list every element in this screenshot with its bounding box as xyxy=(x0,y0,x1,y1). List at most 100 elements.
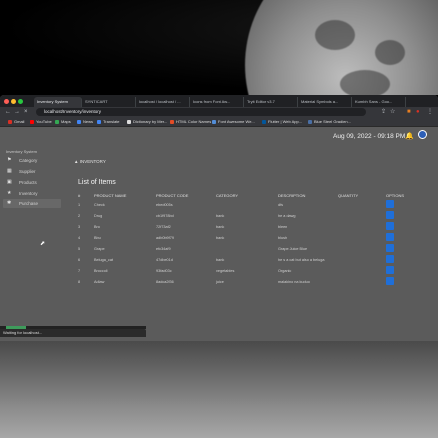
bookmark-item[interactable]: Flutter | Web App... xyxy=(262,117,302,126)
bookmark-favicon-icon xyxy=(97,120,101,124)
row-options-button[interactable] xyxy=(386,244,394,252)
cell-code: 93fad03c xyxy=(156,268,172,273)
tab-tryit-editor[interactable]: Tryit Editor v3.7 xyxy=(244,97,298,107)
items-table: # PRODUCT NAME PRODUCT CODE CATEGORY DES… xyxy=(78,191,413,287)
address-bar-url: localhost/Inventory/inventory xyxy=(44,109,102,114)
column-header-number: # xyxy=(78,192,81,198)
forward-icon[interactable]: → xyxy=(14,108,20,116)
tab-material-symbols[interactable]: Material Symbols a... xyxy=(298,97,352,107)
column-header-description: DESCRIPTION xyxy=(278,192,306,198)
cell-options xyxy=(386,232,413,243)
bookmark-label: Blue Steel Gradien... xyxy=(314,119,351,124)
bookmark-item[interactable]: Blue Steel Gradien... xyxy=(308,117,351,126)
column-header-product-code: PRODUCT CODE xyxy=(156,192,189,198)
category-icon: ⚑ xyxy=(7,157,12,163)
cell-num: 3 xyxy=(78,224,81,229)
tab-inventory-system[interactable]: Inventory System xyxy=(34,97,82,107)
bookmark-item[interactable]: Font Awesome We... xyxy=(212,117,255,126)
close-window-button[interactable] xyxy=(4,99,9,104)
cell-code: 8adca2f36 xyxy=(156,279,174,284)
row-options-button[interactable] xyxy=(386,222,394,230)
sidebar-item-label: Products xyxy=(19,180,37,185)
row-options-button[interactable] xyxy=(386,255,394,263)
cell-description: he a dawg xyxy=(278,213,296,218)
extension-icon[interactable]: ■ xyxy=(407,108,411,116)
cell-code: 47dbe01d xyxy=(156,257,173,262)
cell-name: Check xyxy=(94,202,105,207)
cell-num: 4 xyxy=(78,235,81,240)
table-row: 1 Check ebed005s dfs xyxy=(78,199,413,210)
tab-synticart[interactable]: SYNTICART xyxy=(82,97,136,107)
bookmark-item[interactable]: Translate xyxy=(97,117,120,126)
row-options-button[interactable] xyxy=(386,266,394,274)
cell-options xyxy=(386,199,413,210)
bookmark-item[interactable]: HTML Color Names xyxy=(170,117,211,126)
bookmark-favicon-icon xyxy=(127,120,131,124)
bookmark-favicon-icon xyxy=(212,120,216,124)
minimize-window-button[interactable] xyxy=(11,99,16,104)
sidebar-item-category[interactable]: ⚑ Category xyxy=(3,156,61,165)
address-bar[interactable]: localhost/Inventory/inventory xyxy=(36,108,366,116)
sidebar-title: Inventory System xyxy=(6,149,37,154)
table-row: 5 Grape efc34af9 Grape Juice Blue xyxy=(78,243,413,254)
cell-num: 2 xyxy=(78,213,81,218)
table-row: 3 Bro 72f73af2 bank bleen xyxy=(78,221,413,232)
bookmark-item[interactable]: Gmail xyxy=(8,117,24,126)
cell-description: Grape Juice Blue xyxy=(278,246,308,251)
cell-category: bank xyxy=(216,235,225,240)
sidebar-item-purchase[interactable]: ✱ Purchase xyxy=(3,199,61,208)
maximize-window-button[interactable] xyxy=(18,99,23,104)
web-page: Aug 09, 2022 - 09:18 PM 🔔 Inventory Syst… xyxy=(0,127,438,341)
cell-num: 8 xyxy=(78,279,81,284)
tab-kumbh-sans[interactable]: Kumbh Sans - Goo... xyxy=(352,97,406,107)
page-title: List of Items xyxy=(78,179,116,186)
cell-num: 7 xyxy=(78,268,81,273)
bookmark-label: YouTube xyxy=(36,119,52,124)
cell-category: juice xyxy=(216,279,224,284)
cell-name: Adlaw xyxy=(94,279,105,284)
menu-icon[interactable]: ⋮ xyxy=(427,108,433,116)
sidebar-item-inventory[interactable]: ★ Inventory xyxy=(3,189,61,198)
bookmark-favicon-icon xyxy=(8,120,12,124)
table-row: 6 Beluga_cat 47dbe01d bank he s a cat but al… xyxy=(78,254,413,265)
cell-name: Broccoli xyxy=(94,268,108,273)
cell-category: bank xyxy=(216,213,225,218)
table-row: 4 Bbu adb0b9f79 bank blush xyxy=(78,232,413,243)
bookmark-label: HTML Color Names xyxy=(176,119,212,124)
desktop-wallpaper-top xyxy=(0,0,438,95)
inventory-icon: ★ xyxy=(7,190,12,196)
row-options-button[interactable] xyxy=(386,211,394,219)
sidebar-item-label: Supplier xyxy=(19,169,36,174)
cell-description: he s a cat but also a beluga xyxy=(278,257,325,262)
back-icon[interactable]: ← xyxy=(5,108,11,116)
bookmark-favicon-icon xyxy=(55,120,59,124)
bell-icon[interactable]: 🔔 xyxy=(405,132,414,140)
cell-quantity xyxy=(338,254,386,265)
cell-quantity xyxy=(338,243,386,254)
bookmark-item[interactable]: Maps xyxy=(55,117,71,126)
profile-icon[interactable]: ● xyxy=(416,108,420,116)
share-icon[interactable]: ⇪ xyxy=(381,108,386,116)
sidebar-item-supplier[interactable]: ▦ Supplier xyxy=(3,167,61,176)
purchase-icon: ✱ xyxy=(7,200,12,206)
column-header-options: OPTIONS xyxy=(386,192,405,198)
close-loading-icon[interactable]: × xyxy=(24,108,28,116)
row-options-button[interactable] xyxy=(386,277,394,285)
row-options-button[interactable] xyxy=(386,233,394,241)
tab-font-awesome[interactable]: Icons from Font Aw... xyxy=(190,97,244,107)
sidebar-item-label: Inventory xyxy=(19,191,38,196)
bookmark-item[interactable]: Dictionary by Mer... xyxy=(127,117,167,126)
bookmark-label: Flutter | Web App... xyxy=(268,119,303,124)
tab-localhost[interactable]: localhost / localhost / ... xyxy=(136,97,190,107)
cell-options xyxy=(386,254,413,265)
avatar[interactable] xyxy=(418,130,427,139)
sidebar-item-products[interactable]: ▣ Products xyxy=(3,178,61,187)
cell-quantity xyxy=(338,199,386,210)
bookmark-item[interactable]: YouTube xyxy=(30,117,52,126)
table-header-row: # PRODUCT NAME PRODUCT CODE CATEGORY DES… xyxy=(78,191,413,199)
products-icon: ▣ xyxy=(7,179,12,185)
bookmark-item[interactable]: News xyxy=(77,117,93,126)
bookmark-star-icon[interactable]: ☆ xyxy=(390,108,395,116)
cell-name: Bro xyxy=(94,224,100,229)
row-options-button[interactable] xyxy=(386,200,394,208)
